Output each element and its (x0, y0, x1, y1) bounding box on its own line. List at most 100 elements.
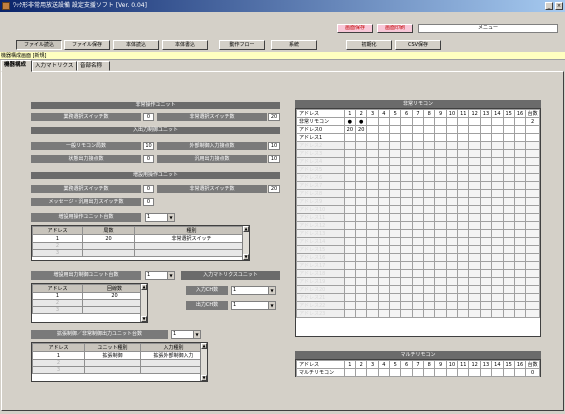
remote-row[interactable]: アドレス1 (296, 133, 540, 142)
remote-row[interactable]: アドレス18 (296, 269, 540, 278)
remote-cell (411, 165, 425, 174)
remote-row[interactable]: 非常リモコン ● ● 2 (296, 117, 540, 126)
system-button[interactable]: 系統 (271, 40, 317, 50)
remote-row[interactable]: アドレス19 (296, 277, 540, 286)
scroll-up-icon[interactable]: ▲ (201, 343, 207, 349)
io-status-out-value[interactable]: 0 (143, 155, 154, 163)
remote-cell (457, 181, 470, 190)
multi-remote-address-header: アドレス (296, 360, 345, 369)
close-button[interactable]: × (555, 2, 563, 10)
emergency-emg-switch-value[interactable]: 20 (268, 113, 280, 121)
remote-row[interactable]: アドレス0 20 20 (296, 125, 540, 134)
tab-input-matrix[interactable]: 入力マトリクス (32, 61, 77, 71)
table-row[interactable]: 1 20 非常選択スイッチ (32, 234, 249, 243)
remote-total-cell (525, 229, 540, 238)
matrix-out-select[interactable]: 1 ▼ (231, 301, 276, 310)
remote-row[interactable]: アドレス22 (296, 301, 540, 310)
table-row[interactable]: 2 (32, 299, 147, 307)
multi-remote-cell (502, 368, 515, 377)
remote-col-header: 11 (457, 109, 470, 118)
remote-row[interactable]: アドレス12 (296, 221, 540, 230)
add-biz-switch-value[interactable]: 0 (143, 185, 154, 193)
remote-row[interactable]: アドレス6 (296, 173, 540, 182)
remote-cell (423, 141, 436, 150)
scroll-down-icon[interactable]: ▼ (141, 316, 147, 322)
table-row[interactable]: 2 (32, 359, 207, 367)
remote-cell (502, 293, 515, 302)
io-ext-in-value[interactable]: 10 (268, 142, 280, 150)
screen-print-button[interactable]: 画面印刷 (377, 24, 413, 33)
table-cell: 1 (32, 292, 83, 300)
remote-cell (366, 245, 379, 254)
remote-cell (445, 213, 459, 222)
csv-save-button[interactable]: CSV保存 (395, 40, 441, 50)
emergency-biz-switch-value[interactable]: 0 (143, 113, 154, 121)
remote-row[interactable]: アドレス2 (296, 141, 540, 150)
file-load-button[interactable]: ファイル読込 (16, 40, 62, 50)
table-row[interactable]: 1 拡張制御 拡張外部制御入力 (32, 351, 207, 360)
table-row[interactable]: 1 20 (32, 292, 147, 300)
remote-row[interactable]: アドレス13 (296, 229, 540, 238)
remote-cell (423, 181, 436, 190)
remote-cell (445, 173, 459, 182)
initialize-button[interactable]: 初期化 (346, 40, 392, 50)
ext-unit-select[interactable]: 1 ▼ (171, 330, 201, 339)
remote-row[interactable]: アドレス11 (296, 213, 540, 222)
remote-row[interactable]: アドレス23 (296, 309, 540, 318)
remote-row[interactable]: アドレス4 (296, 157, 540, 166)
remote-row[interactable]: アドレス10 (296, 205, 540, 214)
remote-cell (366, 213, 379, 222)
remote-row[interactable]: アドレス7 (296, 181, 540, 190)
io-gen-out-value[interactable]: 10 (268, 155, 280, 163)
remote-row[interactable]: アドレス9 (296, 197, 540, 206)
add-io-scrollbar[interactable]: ▲ ▼ (140, 284, 147, 322)
file-save-button[interactable]: ファイル保存 (64, 40, 110, 50)
main-load-button[interactable]: 本体読込 (113, 40, 159, 50)
screen-save-button[interactable]: 画面保存 (337, 24, 373, 33)
table-row[interactable]: 3 (32, 306, 147, 314)
remote-cell (445, 181, 459, 190)
scroll-down-icon[interactable]: ▼ (201, 375, 207, 381)
emergency-unit-header: 非常操作ユニット (31, 102, 280, 109)
scroll-down-icon[interactable]: ▼ (243, 254, 249, 260)
remote-row[interactable]: アドレス5 (296, 165, 540, 174)
remote-cell (445, 245, 459, 254)
matrix-in-select[interactable]: 1 ▼ (231, 286, 276, 295)
add-op-scrollbar[interactable]: ▲ ▼ (242, 226, 249, 260)
table-row[interactable]: 3 (32, 366, 207, 374)
remote-row[interactable]: アドレス17 (296, 261, 540, 270)
add-emg-switch-value[interactable]: 20 (268, 185, 280, 193)
remote-cell (355, 189, 368, 198)
remote-row[interactable]: アドレス14 (296, 237, 540, 246)
tab-speaker-names[interactable]: 音部名称 (77, 61, 110, 71)
main-write-button[interactable]: 本体書込 (162, 40, 208, 50)
remote-row[interactable]: アドレス21 (296, 293, 540, 302)
menu-box[interactable]: メニュー (418, 24, 558, 33)
ext-unit-scrollbar[interactable]: ▲ ▼ (200, 343, 207, 381)
remote-cell (377, 269, 391, 278)
add-io-count-select[interactable]: 1 ▼ (145, 271, 175, 280)
remote-row[interactable]: アドレス3 (296, 149, 540, 158)
io-remote-value[interactable]: 10 (143, 142, 154, 150)
table-row[interactable]: 2 (32, 242, 249, 250)
remote-cell (343, 253, 357, 262)
remote-cell (389, 189, 402, 198)
remote-row[interactable]: アドレス15 (296, 245, 540, 254)
remote-cell (355, 221, 368, 230)
remote-row-name: アドレス23 (296, 309, 345, 318)
add-op-count-select[interactable]: 1 ▼ (145, 213, 175, 222)
multi-remote-row[interactable]: マルチリモコン 0 (296, 368, 540, 377)
remote-cell (491, 173, 504, 182)
tab-device-config[interactable]: 機器構成 (1, 60, 32, 72)
remote-row[interactable]: アドレス20 (296, 285, 540, 294)
operation-flow-button[interactable]: 動作フロー (219, 40, 265, 50)
remote-row[interactable]: アドレス16 (296, 253, 540, 262)
remote-row-name: アドレス1 (296, 133, 345, 142)
matrix-in-label: 入力CH数 (186, 286, 228, 295)
add-msg-switch-value[interactable]: 0 (143, 198, 154, 206)
scroll-up-icon[interactable]: ▲ (243, 226, 249, 232)
minimize-button[interactable]: _ (545, 2, 553, 10)
table-row[interactable]: 3 (32, 249, 249, 257)
scroll-up-icon[interactable]: ▲ (141, 284, 147, 290)
remote-row[interactable]: アドレス8 (296, 189, 540, 198)
